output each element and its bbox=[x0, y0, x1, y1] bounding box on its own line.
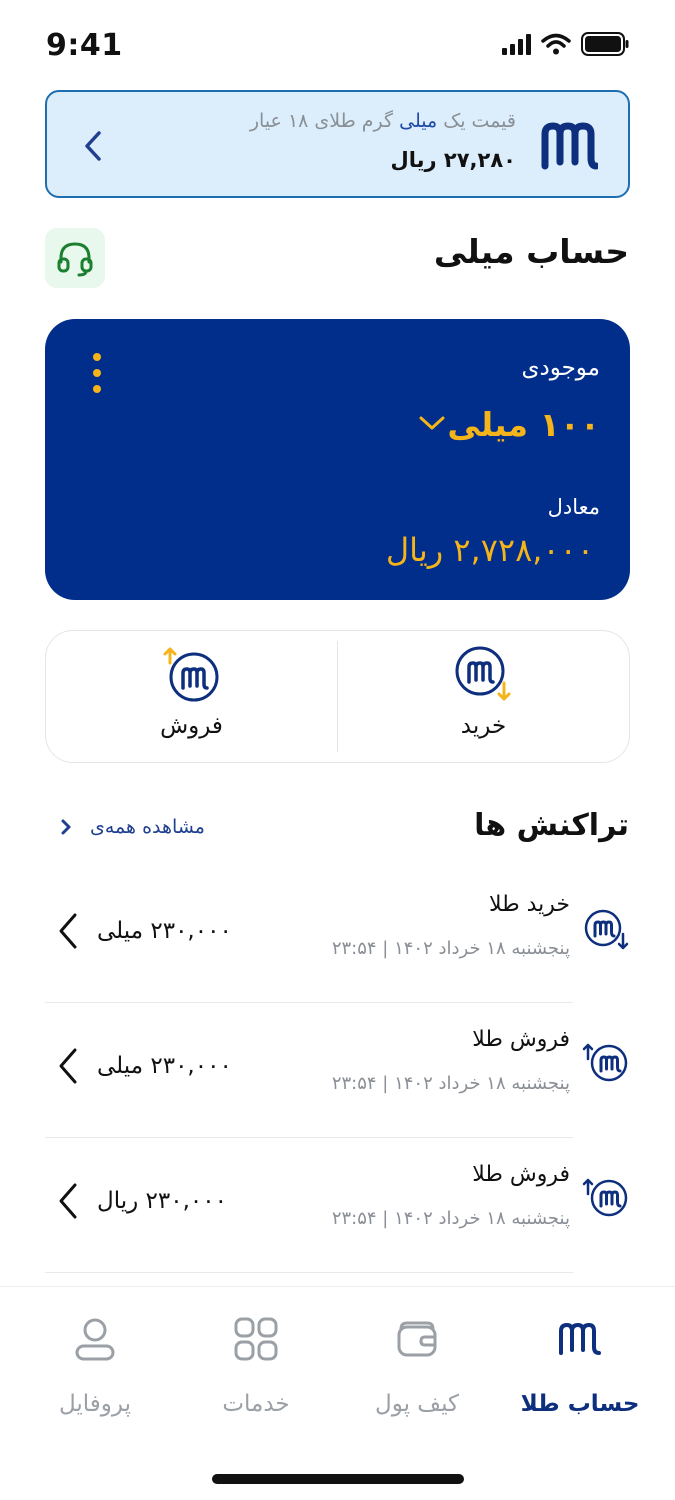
more-options-icon[interactable] bbox=[89, 353, 105, 393]
buy-label: خرید bbox=[460, 713, 507, 739]
sell-gold-icon bbox=[163, 647, 218, 702]
nav-item-services[interactable]: خدمات bbox=[176, 1309, 336, 1417]
wifi-icon bbox=[541, 33, 571, 55]
transaction-amount: ۲۳۰,۰۰۰ میلی bbox=[97, 1053, 232, 1079]
equivalent-value: ۲,۷۲۸,۰۰۰ ریال bbox=[385, 531, 594, 569]
nav-label: خدمات bbox=[222, 1391, 290, 1417]
view-all-text: مشاهده همه‌ی bbox=[90, 816, 205, 838]
gold-price-banner[interactable]: قیمت یک میلی گرم طلای ۱۸ عیار ۲۷,۲۸۰ ریا… bbox=[45, 90, 630, 198]
chevron-left-icon bbox=[59, 1048, 77, 1084]
transaction-date: پنجشنبه ۱۸ خرداد ۱۴۰۲ | ۲۳:۵۴ bbox=[331, 1073, 570, 1094]
sell-button[interactable]: فروش bbox=[46, 631, 337, 762]
support-button[interactable] bbox=[45, 228, 105, 288]
chevron-down-icon[interactable] bbox=[417, 413, 447, 433]
sell-gold-icon bbox=[582, 1043, 628, 1082]
transaction-amount: ۲۳۰,۰۰۰ میلی bbox=[97, 918, 232, 944]
transaction-date: پنجشنبه ۱۸ خرداد ۱۴۰۲ | ۲۳:۵۴ bbox=[331, 1208, 570, 1229]
transaction-name: فروش طلا bbox=[472, 1027, 570, 1052]
transaction-row[interactable]: ۲۳۰,۰۰۰ ریال فروش طلا پنجشنبه ۱۸ خرداد ۱… bbox=[45, 1138, 630, 1273]
balance-label: موجودی bbox=[521, 355, 600, 381]
transaction-row[interactable]: ۲۳۰,۰۰۰ میلی فروش طلا پنجشنبه ۱۸ خرداد ۱… bbox=[45, 1003, 630, 1138]
sell-label: فروش bbox=[160, 713, 223, 739]
transaction-row[interactable]: ۲۳۰,۰۰۰ میلی خرید طلا پنجشنبه ۱۸ خرداد ۱… bbox=[45, 868, 630, 1003]
cellular-signal-icon bbox=[502, 33, 531, 55]
buy-gold-icon bbox=[455, 646, 510, 701]
transaction-date: پنجشنبه ۱۸ خرداد ۱۴۰۲ | ۲۳:۵۴ bbox=[331, 938, 570, 959]
transaction-amount: ۲۳۰,۰۰۰ ریال bbox=[97, 1188, 227, 1214]
chevron-right-icon bbox=[61, 819, 71, 835]
balance-card: موجودی ۱۰۰ میلی معادل ۲,۷۲۸,۰۰۰ ریال bbox=[45, 319, 630, 600]
transactions-title: تراکنش ها bbox=[474, 808, 629, 843]
nav-item-profile[interactable]: پروفایل bbox=[15, 1309, 175, 1417]
battery-icon bbox=[581, 32, 629, 56]
equivalent-label: معادل bbox=[547, 495, 600, 519]
chevron-left-icon bbox=[85, 131, 101, 161]
page-title: حساب میلی bbox=[433, 232, 629, 271]
nav-label: کیف پول bbox=[374, 1391, 459, 1417]
wallet-icon bbox=[397, 1321, 437, 1357]
transaction-name: فروش طلا bbox=[472, 1162, 570, 1187]
status-icons bbox=[502, 32, 629, 56]
transaction-name: خرید طلا bbox=[488, 892, 570, 917]
chevron-left-icon bbox=[59, 913, 77, 949]
profile-icon bbox=[75, 1318, 115, 1361]
sell-gold-icon bbox=[582, 1178, 628, 1217]
nav-item-gold-account[interactable]: حساب طلا bbox=[500, 1309, 660, 1417]
services-grid-icon bbox=[234, 1317, 278, 1361]
headset-icon bbox=[57, 242, 93, 277]
status-time: 9:41 bbox=[46, 28, 123, 63]
banner-price: ۲۷,۲۸۰ ریال bbox=[390, 148, 516, 172]
buy-sell-actions: فروش خرید bbox=[45, 630, 630, 763]
balance-value: ۱۰۰ میلی bbox=[447, 405, 600, 444]
nav-label: پروفایل bbox=[58, 1391, 132, 1417]
view-all-link[interactable]: مشاهده همه‌ی bbox=[60, 816, 205, 838]
buy-button[interactable]: خرید bbox=[338, 631, 629, 762]
gold-account-icon bbox=[559, 1323, 601, 1355]
nav-label: حساب طلا bbox=[520, 1391, 640, 1417]
buy-gold-icon bbox=[584, 909, 629, 950]
status-bar: 9:41 bbox=[0, 0, 675, 90]
banner-caption: قیمت یک میلی گرم طلای ۱۸ عیار bbox=[249, 110, 516, 132]
nav-item-wallet[interactable]: کیف پول bbox=[337, 1309, 497, 1417]
mili-logo-icon bbox=[541, 122, 598, 170]
home-indicator bbox=[212, 1474, 464, 1484]
bottom-navigation: حساب طلا کیف پول خدمات پروفایل bbox=[0, 1286, 675, 1500]
divider bbox=[45, 1272, 573, 1273]
chevron-left-icon bbox=[59, 1183, 77, 1219]
